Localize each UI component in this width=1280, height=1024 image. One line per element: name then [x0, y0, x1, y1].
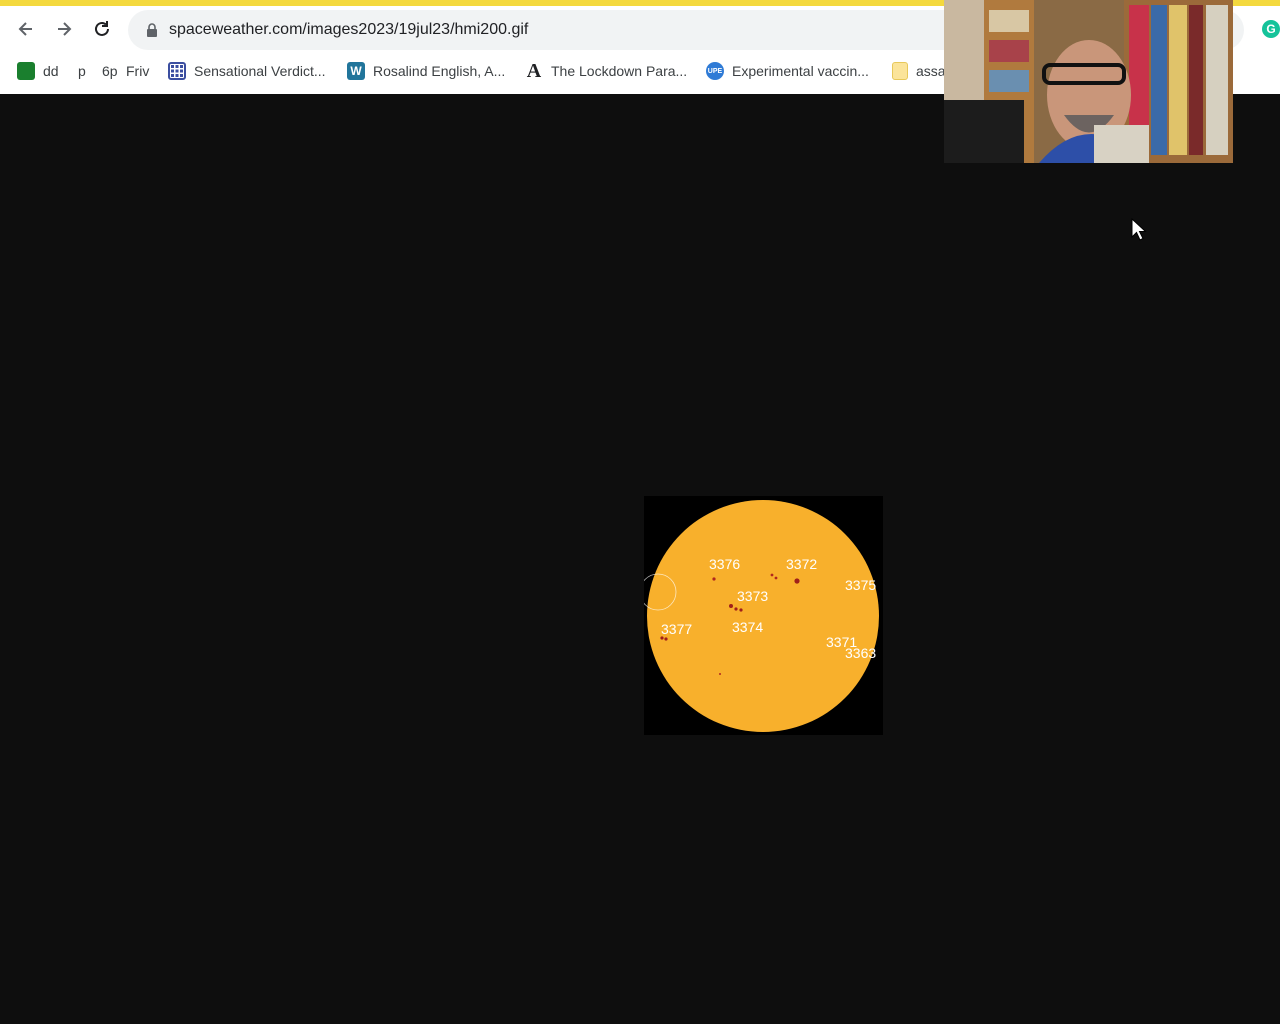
bookmark-label: 6p — [102, 63, 118, 79]
bookmark-label: dd — [43, 63, 59, 79]
bookmark-label: Friv — [126, 63, 150, 79]
bookmark-experimental-vaccin[interactable]: UPE Experimental vaccin... — [706, 56, 869, 86]
region-label-3375: 3375 — [845, 577, 877, 593]
bookmark-label: assa — [916, 63, 946, 79]
region-label-3372: 3372 — [786, 556, 818, 572]
lock-icon — [147, 23, 157, 37]
webcam-overlay — [944, 0, 1233, 163]
bookmark-dd[interactable]: dd — [17, 56, 59, 86]
bookmark-label: Sensational Verdict... — [194, 63, 326, 79]
bookmark-label: Experimental vaccin... — [732, 63, 869, 79]
bookmark-assa[interactable]: assa — [892, 56, 946, 86]
forward-button[interactable] — [51, 16, 77, 42]
reload-icon — [95, 21, 109, 36]
bookmark-lockdown-para[interactable]: A The Lockdown Para... — [525, 56, 687, 86]
bookmark-label: The Lockdown Para... — [551, 63, 688, 79]
region-label-3376: 3376 — [709, 556, 741, 572]
folder-icon — [892, 62, 908, 80]
region-label-3377: 3377 — [661, 621, 693, 637]
wordpress-icon: W — [347, 62, 365, 80]
bookmark-sensational-verdict[interactable]: Sensational Verdict... — [168, 56, 326, 86]
bookmark-friv[interactable]: Friv — [126, 56, 149, 86]
mouse-cursor-icon — [1131, 218, 1147, 241]
region-label-3373: 3373 — [737, 588, 769, 604]
arrow-left-icon — [18, 22, 32, 36]
letter-a-icon: A — [526, 59, 542, 82]
region-label-3374: 3374 — [732, 619, 764, 635]
region-label-3363: 3363 — [845, 645, 877, 661]
reload-button[interactable] — [89, 16, 115, 42]
grammarly-icon[interactable]: G — [1262, 20, 1280, 38]
url-text: spaceweather.com/images2023/19jul23/hmi2… — [169, 21, 529, 38]
bookmark-p[interactable]: p — [78, 56, 86, 86]
bookmark-rosalind-english[interactable]: W The Lockdown Para... Rosalind English,… — [347, 56, 505, 86]
back-button[interactable] — [13, 16, 39, 42]
green-app-icon — [17, 62, 35, 80]
bookmark-6p[interactable]: 6p — [102, 56, 118, 86]
bookmark-label: p — [78, 63, 86, 79]
grid-icon — [168, 62, 186, 80]
sun-hmi-image: 3376 3372 3375 3373 3377 3374 3371 3363 — [644, 496, 883, 735]
globe-blue-icon: UPE — [706, 62, 724, 80]
arrow-right-icon — [58, 22, 72, 36]
bookmark-label: Rosalind English, A... — [373, 63, 506, 79]
